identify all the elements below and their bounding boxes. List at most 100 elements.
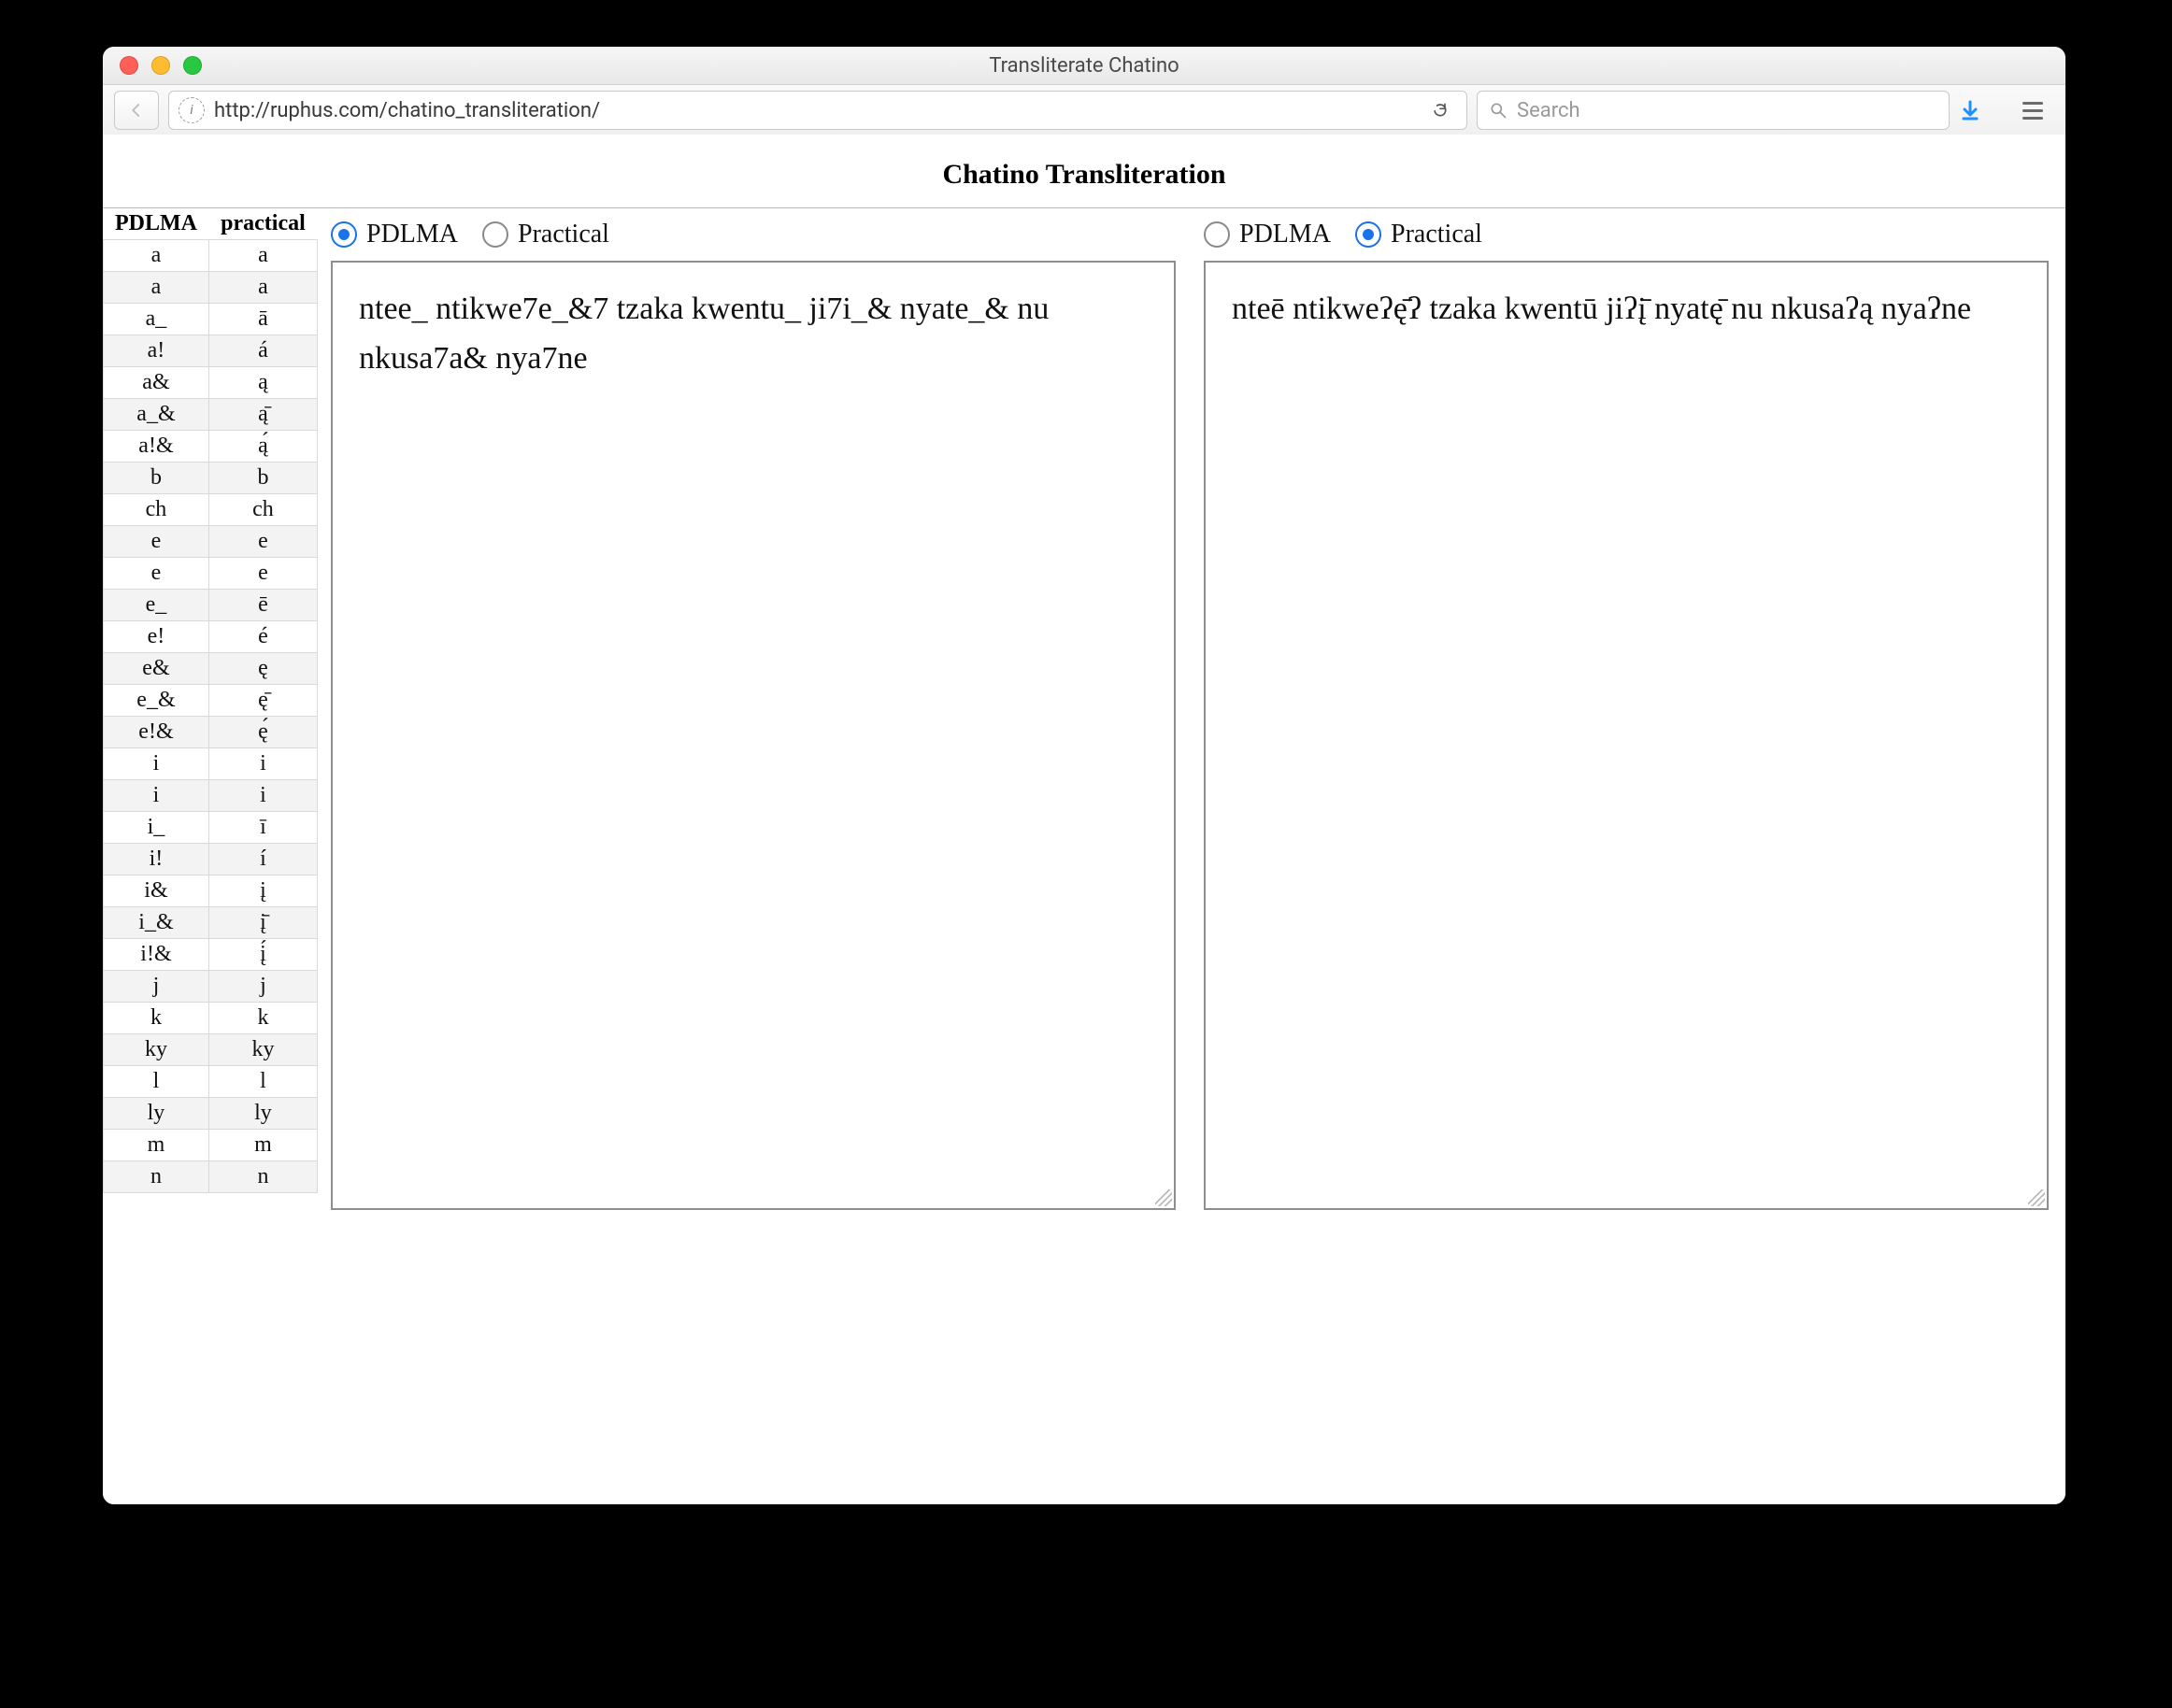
- hamburger-icon: [2022, 102, 2043, 105]
- resize-grip-icon[interactable]: [2028, 1189, 2045, 1206]
- table-cell: a_&: [104, 399, 209, 431]
- table-cell: j: [208, 971, 317, 1003]
- table-cell: i_&: [104, 907, 209, 939]
- search-placeholder: Search: [1517, 99, 1580, 122]
- left-radio-practical[interactable]: Practical: [482, 220, 609, 249]
- radio-icon: [331, 221, 357, 248]
- table-row: i_ī: [104, 812, 318, 844]
- table-cell: m: [208, 1130, 317, 1161]
- table-row: i!&į́: [104, 939, 318, 971]
- editor-panels: PDLMA Practical: [318, 208, 2065, 1504]
- radio-label: PDLMA: [366, 220, 458, 249]
- right-radio-pdlma[interactable]: PDLMA: [1204, 220, 1331, 249]
- table-row: ee: [104, 526, 318, 558]
- table-row: i!í: [104, 844, 318, 875]
- url-text: http://ruphus.com/chatino_transliteratio…: [214, 99, 600, 122]
- left-radio-group: PDLMA Practical: [331, 214, 1176, 255]
- table-cell: ą̄: [208, 399, 317, 431]
- page-title: Chatino Transliteration: [103, 135, 2065, 207]
- table-header-pdlma: PDLMA: [104, 208, 209, 240]
- table-cell: i: [104, 748, 209, 780]
- table-cell: e: [208, 526, 317, 558]
- table-cell: j: [104, 971, 209, 1003]
- radio-icon: [482, 221, 508, 248]
- browser-window: Transliterate Chatino i http://ruphus.co…: [103, 47, 2065, 1504]
- table-cell: m: [104, 1130, 209, 1161]
- table-row: a_ā: [104, 304, 318, 335]
- radio-label: PDLMA: [1239, 220, 1331, 249]
- table-cell: ch: [208, 494, 317, 526]
- table-cell: e&: [104, 653, 209, 685]
- table-row: a&ą: [104, 367, 318, 399]
- window-title: Transliterate Chatino: [103, 54, 2065, 78]
- table-cell: a!: [104, 335, 209, 367]
- table-cell: ą́: [208, 431, 317, 463]
- table-cell: e: [104, 526, 209, 558]
- table-row: lyly: [104, 1098, 318, 1130]
- table-cell: é: [208, 621, 317, 653]
- table-row: chch: [104, 494, 318, 526]
- table-cell: i: [208, 780, 317, 812]
- table-row: aa: [104, 240, 318, 272]
- hamburger-menu-button[interactable]: [2011, 92, 2054, 129]
- left-panel: PDLMA Practical: [331, 214, 1176, 1504]
- left-radio-pdlma[interactable]: PDLMA: [331, 220, 458, 249]
- right-radio-practical[interactable]: Practical: [1355, 220, 1482, 249]
- table-cell: a&: [104, 367, 209, 399]
- table-cell: á: [208, 335, 317, 367]
- table-cell: ę: [208, 653, 317, 685]
- table-row: ee: [104, 558, 318, 590]
- table-cell: e: [104, 558, 209, 590]
- left-textarea-wrap: [331, 261, 1176, 1210]
- reload-button[interactable]: [1423, 97, 1457, 123]
- right-textarea[interactable]: [1206, 263, 2047, 1208]
- table-row: jj: [104, 971, 318, 1003]
- table-cell: a: [104, 240, 209, 272]
- address-bar[interactable]: i http://ruphus.com/chatino_transliterat…: [168, 91, 1467, 130]
- table-cell: e_&: [104, 685, 209, 717]
- left-textarea[interactable]: [333, 263, 1174, 1208]
- back-button[interactable]: [114, 91, 159, 130]
- table-cell: ę́: [208, 717, 317, 748]
- table-row: e&ę: [104, 653, 318, 685]
- identity-icon[interactable]: i: [179, 97, 205, 123]
- table-row: kyky: [104, 1034, 318, 1066]
- table-cell: i!: [104, 844, 209, 875]
- table-cell: ly: [208, 1098, 317, 1130]
- table-cell: į́: [208, 939, 317, 971]
- table-row: mm: [104, 1130, 318, 1161]
- table-row: kk: [104, 1003, 318, 1034]
- right-panel: PDLMA Practical: [1204, 214, 2049, 1504]
- right-radio-group: PDLMA Practical: [1204, 214, 2049, 255]
- table-cell: į̄: [208, 907, 317, 939]
- table-cell: a_: [104, 304, 209, 335]
- table-header-practical: practical: [208, 208, 317, 240]
- table-cell: i!&: [104, 939, 209, 971]
- table-row: aa: [104, 272, 318, 304]
- table-cell: e!: [104, 621, 209, 653]
- table-row: a!&ą́: [104, 431, 318, 463]
- table-cell: ę̄: [208, 685, 317, 717]
- download-icon: [1959, 99, 1981, 121]
- table-cell: ī: [208, 812, 317, 844]
- table-row: ii: [104, 780, 318, 812]
- table-row: i_&į̄: [104, 907, 318, 939]
- table-cell: i_: [104, 812, 209, 844]
- resize-grip-icon[interactable]: [1155, 1189, 1172, 1206]
- search-icon: [1489, 101, 1508, 120]
- table-cell: i&: [104, 875, 209, 907]
- table-cell: a: [208, 272, 317, 304]
- table-cell: į: [208, 875, 317, 907]
- right-textarea-wrap: [1204, 261, 2049, 1210]
- downloads-button[interactable]: [1959, 99, 2002, 121]
- mapping-table-sidebar: PDLMA practical aaaaa_āa!áa&ąa_&ą̄a!&ą́b…: [103, 208, 318, 1504]
- table-row: bb: [104, 463, 318, 494]
- table-cell: í: [208, 844, 317, 875]
- search-bar[interactable]: Search: [1477, 91, 1950, 130]
- table-cell: ē: [208, 590, 317, 621]
- table-row: i&į: [104, 875, 318, 907]
- table-row: ii: [104, 748, 318, 780]
- table-cell: ky: [208, 1034, 317, 1066]
- table-cell: ā: [208, 304, 317, 335]
- table-cell: i: [104, 780, 209, 812]
